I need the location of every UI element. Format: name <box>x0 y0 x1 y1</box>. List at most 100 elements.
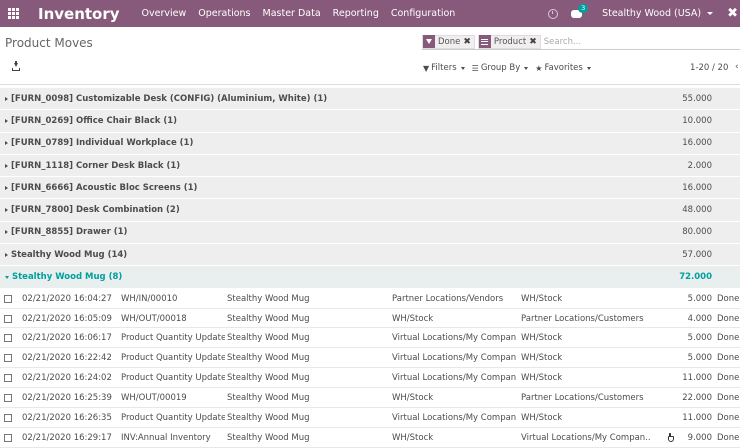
cell-date: 02/21/2020 16:26:35 <box>22 413 112 424</box>
cell-from: Virtual Locations/My Compan... <box>392 373 517 384</box>
group-total: 10.000 <box>682 115 712 126</box>
group-row-open[interactable]: Stealthy Wood Mug (8) 72.000 <box>0 266 740 289</box>
cell-product: Stealthy Wood Mug <box>227 293 310 304</box>
cell-to: WH/Stock <box>521 353 563 364</box>
group-row[interactable]: [FURN_0098] Customizable Desk (CONFIG) (… <box>0 88 740 111</box>
menu-operations[interactable]: Operations <box>198 8 250 19</box>
group-row[interactable]: [FURN_6666] Acoustic Bloc Screens (1) 16.… <box>0 177 740 200</box>
divider <box>0 84 740 85</box>
menu-reporting[interactable]: Reporting <box>333 8 379 19</box>
caret-right-icon <box>5 252 8 257</box>
cell-date: 02/21/2020 16:22:42 <box>22 353 112 364</box>
cell-date: 02/21/2020 16:04:27 <box>22 293 112 304</box>
cell-quantity: 11.000 <box>682 413 712 424</box>
filter-icon <box>423 35 435 48</box>
group-total: 80.000 <box>682 227 712 238</box>
table-row[interactable]: 02/21/2020 16:29:17 INV:Annual Inventory… <box>0 428 740 448</box>
cell-product: Stealthy Wood Mug <box>227 413 310 424</box>
filters-label: Filters <box>431 63 457 73</box>
cell-product: Stealthy Wood Mug <box>227 333 310 344</box>
row-checkbox[interactable] <box>4 394 12 403</box>
cell-reference: WH/OUT/00018 <box>121 313 187 324</box>
top-navbar: Inventory Overview Operations Master Dat… <box>0 0 740 27</box>
cell-quantity: 5.000 <box>687 353 712 364</box>
cell-from: WH/Stock <box>392 432 434 443</box>
cell-quantity: 5.000 <box>687 293 712 304</box>
menu-overview[interactable]: Overview <box>142 8 187 19</box>
cell-status: Done <box>717 373 740 384</box>
menu-master-data[interactable]: Master Data <box>263 8 321 19</box>
cell-reference: Product Quantity Updated <box>121 373 225 384</box>
group-row[interactable]: Stealthy Wood Mug (14) 57.000 <box>0 244 740 267</box>
cell-status: Done <box>717 413 740 424</box>
caret-right-icon <box>5 96 8 101</box>
caret-right-icon <box>5 208 8 213</box>
table-row[interactable]: 02/21/2020 16:06:17 Product Quantity Upd… <box>0 328 740 349</box>
group-label: [FURN_7800] Desk Combination (2) <box>11 205 180 216</box>
row-checkbox[interactable] <box>4 314 12 323</box>
cell-quantity: 5.000 <box>687 333 712 344</box>
cell-product: Stealthy Wood Mug <box>227 373 310 384</box>
cell-date: 02/21/2020 16:24:02 <box>22 373 112 384</box>
table-row[interactable]: 02/21/2020 16:24:02 Product Quantity Upd… <box>0 368 740 389</box>
caret-down-icon <box>586 66 591 70</box>
activity-clock-icon[interactable] <box>548 8 559 19</box>
favorites-dropdown[interactable]: ★ Favorites <box>535 63 591 73</box>
cell-status: Done <box>717 313 740 324</box>
group-label: Stealthy Wood Mug (8) <box>12 272 123 283</box>
row-checkbox[interactable] <box>4 294 12 303</box>
company-switcher[interactable]: Stealthy Wood (USA) <box>602 8 701 19</box>
group-row[interactable]: [FURN_7800] Desk Combination (2) 48.000 <box>0 199 740 222</box>
filter-icon: ▼ <box>423 63 430 73</box>
table-row[interactable]: 02/21/2020 16:04:27 WH/IN/00010 Stealthy… <box>0 289 740 309</box>
row-checkbox[interactable] <box>4 334 12 343</box>
pager-value[interactable]: 1-20 / 20 <box>690 63 728 73</box>
table-row[interactable]: 02/21/2020 16:26:35 Product Quantity Upd… <box>0 408 740 428</box>
cell-from: Virtual Locations/My Compan... <box>392 333 517 344</box>
filters-dropdown[interactable]: ▼ Filters <box>423 63 465 73</box>
cell-product: Stealthy Wood Mug <box>227 353 310 364</box>
remove-facet-icon[interactable]: ✖ <box>529 37 537 47</box>
search-input[interactable] <box>543 36 694 47</box>
cell-from: Virtual Locations/My Compan... <box>392 353 517 364</box>
table-row[interactable]: 02/21/2020 16:05:09 WH/OUT/00018 Stealth… <box>0 309 740 329</box>
messaging-menu[interactable]: 3 <box>571 3 589 18</box>
search-bar: Done ✖ Product ✖ <box>422 34 740 50</box>
cell-status: Done <box>717 293 740 304</box>
table-row[interactable]: 02/21/2020 16:25:39 WH/OUT/00019 Stealth… <box>0 388 740 409</box>
row-checkbox[interactable] <box>4 433 12 442</box>
cell-quantity: 4.000 <box>687 313 712 324</box>
row-checkbox[interactable] <box>4 374 12 383</box>
remove-facet-icon[interactable]: ✖ <box>463 37 471 47</box>
group-total: 48.000 <box>682 205 712 216</box>
group-label: Stealthy Wood Mug (14) <box>11 249 128 260</box>
app-brand[interactable]: Inventory <box>38 5 120 23</box>
cell-from: Virtual Locations/My Compan... <box>392 413 517 424</box>
group-label: [FURN_6666] Acoustic Bloc Screens (1) <box>11 182 198 193</box>
facet-label: Product <box>493 36 527 47</box>
star-icon: ★ <box>535 63 543 73</box>
download-icon[interactable] <box>12 61 20 72</box>
row-checkbox[interactable] <box>4 354 12 363</box>
apps-menu-icon[interactable] <box>0 0 26 27</box>
pager-previous-icon[interactable]: ‹ <box>735 62 739 72</box>
caret-right-icon <box>5 185 8 190</box>
table-row[interactable]: 02/21/2020 16:22:42 Product Quantity Upd… <box>0 348 740 369</box>
cell-to: Partner Locations/Customers <box>521 313 644 324</box>
chevron-down-icon[interactable] <box>707 12 714 15</box>
debug-close-icon[interactable]: ✖ <box>727 6 738 21</box>
caret-right-icon <box>5 230 8 235</box>
group-total: 16.000 <box>682 182 712 193</box>
chat-count-badge: 3 <box>578 3 589 13</box>
group-row[interactable]: [FURN_0269] Office Chair Black (1) 10.000 <box>0 110 740 133</box>
cell-product: Stealthy Wood Mug <box>227 393 310 404</box>
group-label: [FURN_0789] Individual Workplace (1) <box>11 138 194 149</box>
group-row[interactable]: [FURN_8855] Drawer (1) 80.000 <box>0 221 740 245</box>
caret-right-icon <box>5 118 8 123</box>
menu-configuration[interactable]: Configuration <box>391 8 455 19</box>
cell-to: Virtual Locations/My Compan... <box>521 432 651 443</box>
row-checkbox[interactable] <box>4 414 12 423</box>
group-by-dropdown[interactable]: ☰ Group By <box>472 63 529 73</box>
group-row[interactable]: [FURN_1118] Corner Desk Black (1) 2.000 <box>0 154 740 178</box>
group-row[interactable]: [FURN_0789] Individual Workplace (1) 16.0… <box>0 132 740 155</box>
